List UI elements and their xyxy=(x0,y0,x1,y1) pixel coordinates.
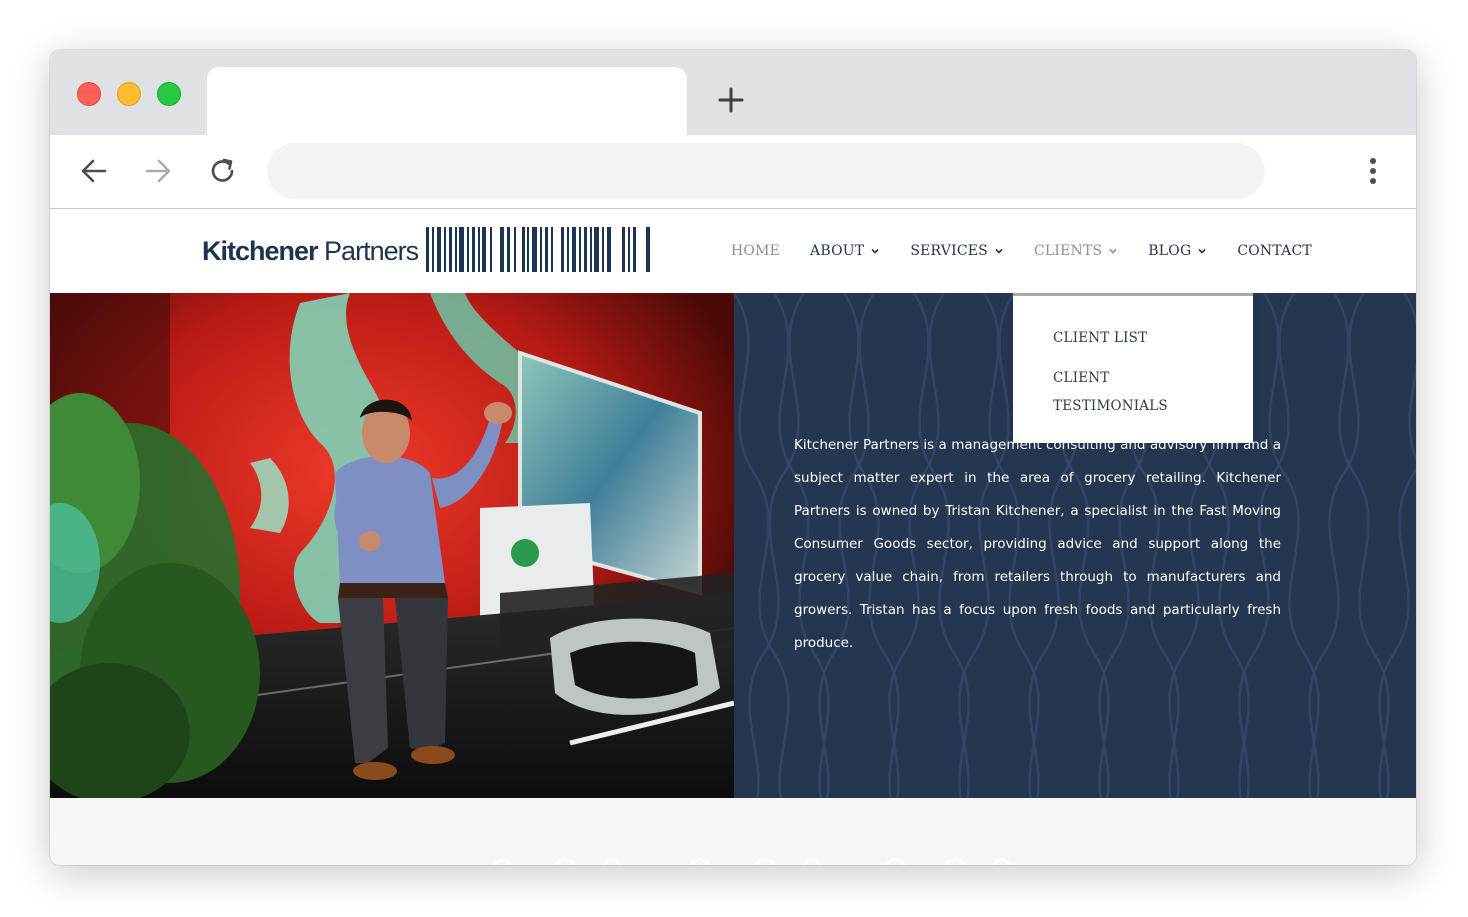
dropdown-item-client-testimonials-line1: CLIENT xyxy=(1053,370,1110,386)
close-window-button[interactable] xyxy=(77,82,101,106)
next-section xyxy=(50,798,1416,865)
nav-contact-label: CONTACT xyxy=(1237,243,1312,259)
barcode-logo-icon xyxy=(426,227,650,272)
chevron-down-icon xyxy=(1109,248,1117,254)
browser-toolbar xyxy=(50,135,1416,209)
logo-word-bold: Kitchener xyxy=(202,236,319,266)
address-bar[interactable] xyxy=(267,143,1265,199)
arrow-right-icon[interactable] xyxy=(142,155,174,187)
nav-contact[interactable]: CONTACT xyxy=(1237,243,1312,259)
website: Kitchener Partners HOME ABOUT SERVICES C… xyxy=(50,209,1416,865)
nav-services[interactable]: SERVICES xyxy=(910,243,1004,259)
about-paragraph: Kitchener Partners is a management consu… xyxy=(794,437,1281,651)
nav-blog[interactable]: BLOG xyxy=(1148,243,1207,259)
dropdown-item-client-testimonials[interactable]: CLIENT TESTIMONIALS xyxy=(1053,364,1223,420)
nav-blog-label: BLOG xyxy=(1148,243,1192,259)
logo-word-light: Partners xyxy=(317,236,419,266)
nav-clients-label: CLIENTS xyxy=(1033,243,1103,259)
chevron-down-icon xyxy=(871,248,879,254)
site-logo[interactable]: Kitchener Partners xyxy=(202,231,419,271)
dropdown-item-client-list-label: CLIENT LIST xyxy=(1053,330,1148,346)
nav-services-label: SERVICES xyxy=(910,243,988,259)
nav-home[interactable]: HOME xyxy=(731,243,780,259)
faint-pattern-decoration xyxy=(493,858,1012,865)
dropdown-item-client-list[interactable]: CLIENT LIST xyxy=(1053,324,1223,352)
reload-icon[interactable] xyxy=(207,155,239,187)
arrow-left-icon[interactable] xyxy=(78,155,110,187)
tab-bar xyxy=(50,50,1416,135)
nav-home-label: HOME xyxy=(731,243,781,259)
nav-about[interactable]: ABOUT xyxy=(810,243,880,259)
chevron-down-icon xyxy=(1198,248,1206,254)
speaker-photo xyxy=(50,293,734,798)
nav-clients[interactable]: CLIENTS xyxy=(1034,243,1118,259)
chevron-down-icon xyxy=(995,248,1003,254)
clients-dropdown-menu: CLIENT LIST CLIENT TESTIMONIALS xyxy=(1013,293,1253,443)
plus-icon[interactable] xyxy=(717,86,745,114)
dropdown-item-client-testimonials-line2: TESTIMONIALS xyxy=(1053,398,1168,414)
kebab-menu-icon[interactable] xyxy=(1363,155,1383,187)
active-tab[interactable] xyxy=(207,67,687,135)
maximize-window-button[interactable] xyxy=(157,82,181,106)
minimize-window-button[interactable] xyxy=(117,82,141,106)
browser-window: Kitchener Partners HOME ABOUT SERVICES C… xyxy=(50,50,1416,865)
site-header: Kitchener Partners HOME ABOUT SERVICES C… xyxy=(50,209,1416,293)
main-nav: HOME ABOUT SERVICES CLIENTS BLOG CONTACT xyxy=(731,240,1312,262)
nav-about-label: ABOUT xyxy=(810,243,865,259)
